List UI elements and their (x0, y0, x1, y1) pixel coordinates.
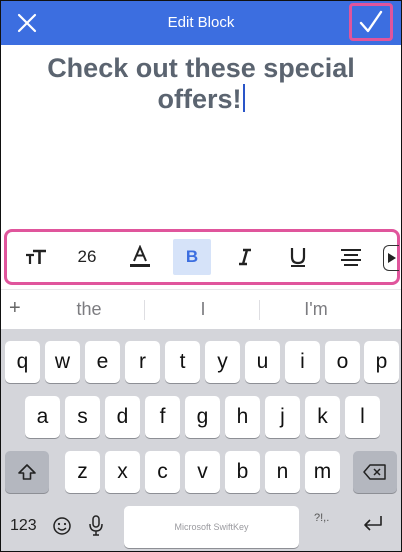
key-r[interactable]: r (125, 341, 160, 383)
microphone-key[interactable] (88, 515, 104, 542)
key-d[interactable]: d (105, 396, 140, 438)
key-n[interactable]: n (265, 451, 300, 493)
play-arrow-icon (387, 253, 396, 263)
shift-icon (18, 464, 36, 480)
keyboard: q w e r t y u i o p a s d f g h j k l z … (1, 329, 401, 551)
key-q[interactable]: q (5, 341, 40, 383)
numbers-key[interactable]: 123 (10, 517, 37, 535)
editor-content[interactable]: Check out these special offers! (21, 53, 381, 115)
font-size-label: 26 (77, 247, 97, 266)
punctuation-key[interactable]: ?!,. (314, 512, 329, 524)
suggestion-plus[interactable]: + (9, 297, 21, 320)
key-u[interactable]: u (245, 341, 280, 383)
text-size-icon (26, 249, 46, 264)
key-l[interactable]: l (345, 396, 380, 438)
enter-key[interactable] (362, 514, 384, 539)
key-p[interactable]: p (364, 341, 399, 383)
text-size-button[interactable] (17, 239, 55, 275)
suggestion-bar: + the I I'm (1, 289, 401, 330)
align-button[interactable] (332, 239, 370, 275)
space-key-label: Microsoft SwiftKey (174, 522, 249, 532)
key-i[interactable]: i (285, 341, 320, 383)
emoji-key[interactable] (52, 516, 72, 541)
key-t[interactable]: t (165, 341, 200, 383)
align-center-icon (341, 249, 361, 266)
text-editor[interactable]: Check out these special offers! (1, 45, 401, 225)
key-w[interactable]: w (45, 341, 80, 383)
backspace-icon (363, 464, 386, 480)
check-icon (359, 10, 383, 33)
key-f[interactable]: f (145, 396, 180, 438)
key-x[interactable]: x (105, 451, 140, 493)
editor-text: Check out these special offers! (47, 53, 355, 114)
suggestion-divider (144, 300, 145, 320)
bold-label: B (185, 247, 199, 266)
underline-icon (290, 248, 306, 267)
key-g[interactable]: g (185, 396, 220, 438)
enter-icon (364, 516, 382, 531)
text-color-button[interactable] (121, 239, 159, 275)
suggestion-divider (259, 300, 260, 320)
key-a[interactable]: a (25, 396, 60, 438)
page-title: Edit Block (167, 14, 235, 31)
more-tools-button[interactable] (383, 245, 399, 271)
suggestion-item[interactable]: I'm (286, 299, 346, 320)
text-caret (242, 84, 245, 112)
key-e[interactable]: e (85, 341, 120, 383)
emoji-icon (53, 517, 71, 535)
key-b[interactable]: b (225, 451, 260, 493)
key-y[interactable]: y (205, 341, 240, 383)
key-z[interactable]: z (65, 451, 100, 493)
key-s[interactable]: s (65, 396, 100, 438)
key-h[interactable]: h (225, 396, 260, 438)
key-j[interactable]: j (265, 396, 300, 438)
key-c[interactable]: c (145, 451, 180, 493)
confirm-button[interactable] (349, 3, 393, 41)
underline-button[interactable] (279, 239, 317, 275)
key-m[interactable]: m (305, 451, 340, 493)
suggestion-item[interactable]: I (173, 299, 233, 320)
italic-icon (239, 248, 251, 266)
app-header: Edit Block (1, 1, 401, 45)
backspace-key[interactable] (353, 451, 397, 493)
bold-button[interactable]: B (173, 239, 211, 275)
italic-button[interactable] (226, 239, 264, 275)
key-v[interactable]: v (185, 451, 220, 493)
shift-key[interactable] (5, 451, 49, 493)
suggestion-item[interactable]: the (59, 299, 119, 320)
key-o[interactable]: o (325, 341, 360, 383)
key-k[interactable]: k (305, 396, 340, 438)
formatting-toolbar: 26 B (4, 229, 400, 285)
text-color-icon (130, 245, 150, 267)
space-key[interactable]: Microsoft SwiftKey (124, 506, 299, 548)
font-size-value[interactable]: 26 (68, 239, 106, 275)
microphone-icon (89, 515, 103, 536)
